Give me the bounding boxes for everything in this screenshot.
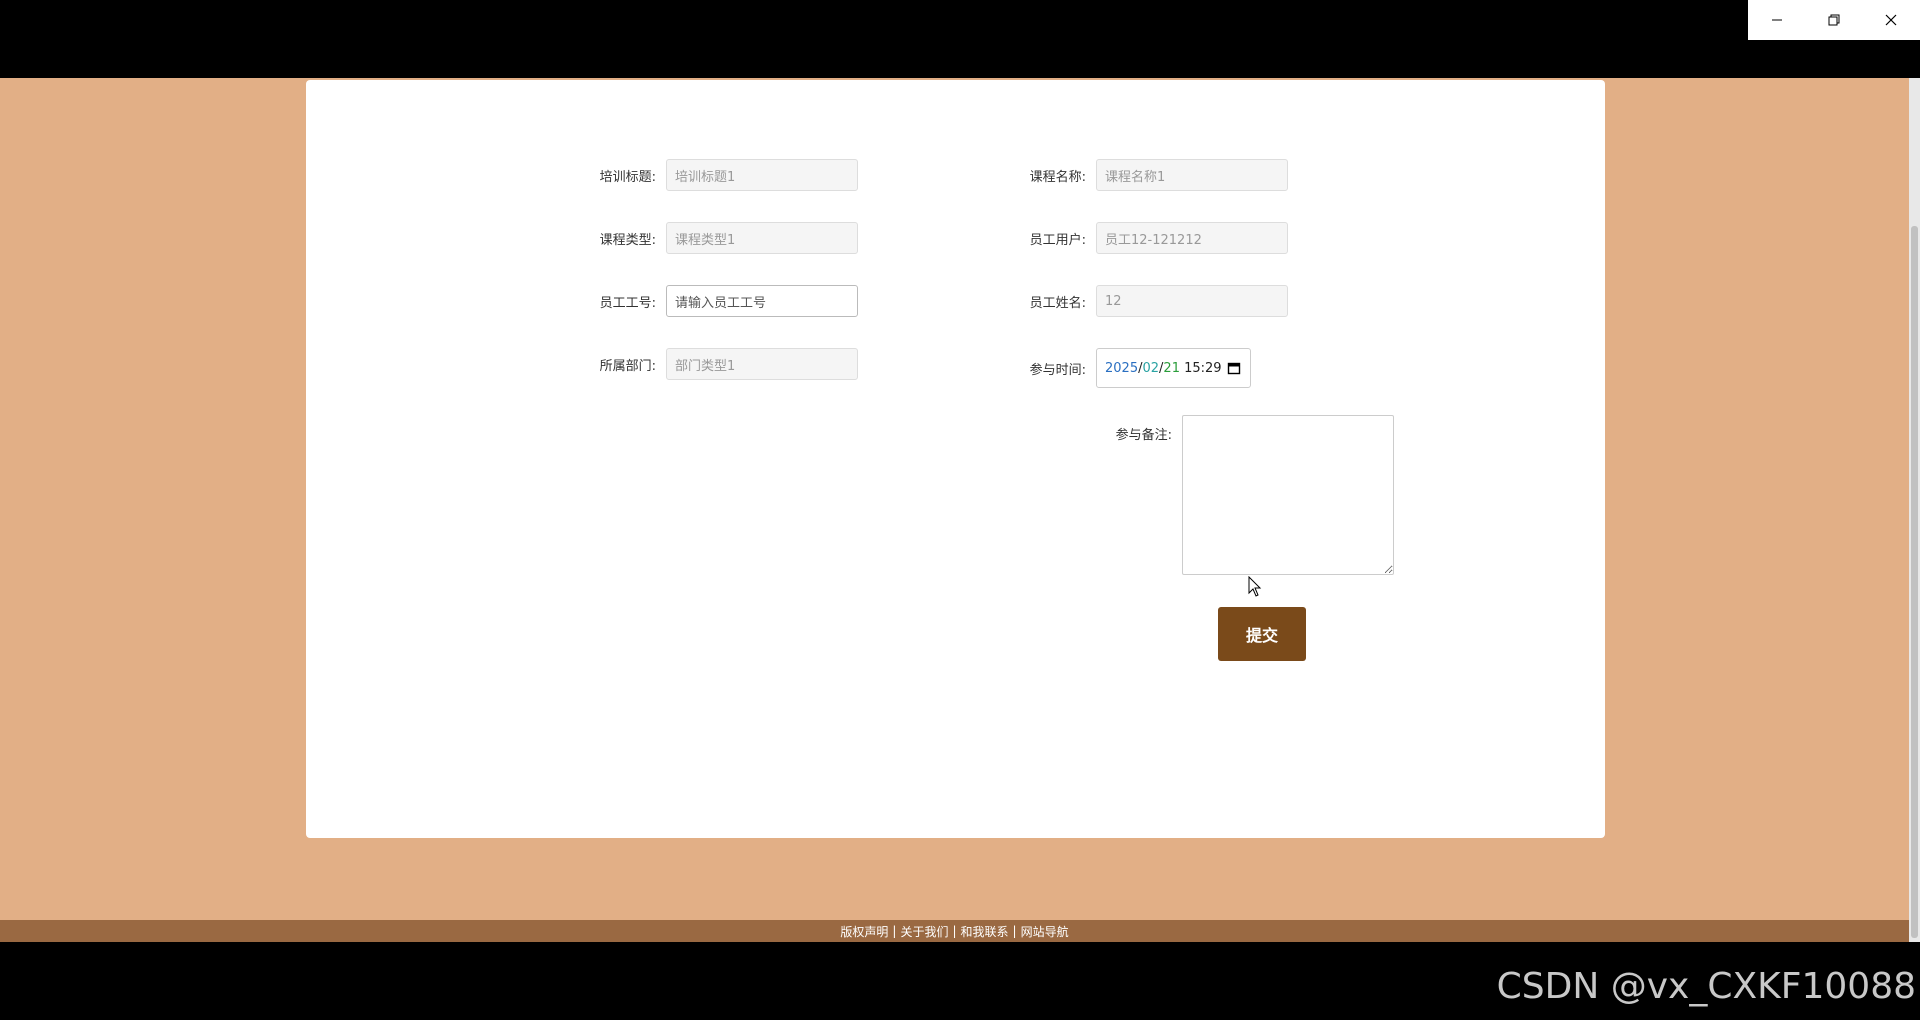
restore-button[interactable]	[1805, 0, 1862, 40]
field-employee-user: 员工用户: 员工12-121212	[1020, 222, 1288, 254]
calendar-icon[interactable]	[1226, 360, 1242, 376]
minimize-icon	[1771, 14, 1783, 26]
footer-separator: |	[892, 924, 897, 938]
employee-id-label: 员工工号:	[599, 295, 656, 311]
employee-name-input[interactable]: 12	[1096, 285, 1288, 317]
notes-textarea[interactable]	[1182, 415, 1394, 575]
footer-link-sitemap[interactable]: 网站导航	[1021, 923, 1069, 940]
employee-user-label: 员工用户:	[1029, 232, 1086, 248]
employee-name-label: 员工姓名:	[1029, 295, 1086, 311]
title-bar	[0, 0, 1920, 78]
employee-user-input[interactable]: 员工12-121212	[1096, 222, 1288, 254]
submit-button[interactable]: 提交	[1218, 607, 1306, 661]
vertical-scrollbar[interactable]	[1909, 78, 1920, 942]
footer-link-about[interactable]: 关于我们	[900, 923, 948, 940]
form-card: 培训标题: 培训标题1 课程名称: 课程名称1 课程类型: 课程类型1 员工用户…	[306, 80, 1605, 838]
join-time-input[interactable]: 2025/02/21 15:29	[1096, 348, 1251, 388]
field-training-title: 培训标题: 培训标题1	[590, 159, 858, 191]
footer-link-contact[interactable]: 和我联系	[961, 923, 1009, 940]
watermark: CSDN @vx_CXKF10088	[1496, 966, 1916, 1007]
course-name-input[interactable]: 课程名称1	[1096, 159, 1288, 191]
close-icon	[1885, 14, 1897, 26]
field-join-time: 参与时间: 2025/02/21 15:29	[1020, 348, 1251, 388]
field-department: 所属部门: 部门类型1	[590, 348, 858, 380]
footer-separator: |	[952, 924, 957, 938]
field-course-name: 课程名称: 课程名称1	[1020, 159, 1288, 191]
restore-icon	[1828, 14, 1840, 26]
footer-link-copyright[interactable]: 版权声明	[840, 923, 888, 940]
training-title-input[interactable]: 培训标题1	[666, 159, 858, 191]
employee-id-input[interactable]: 请输入员工工号	[666, 285, 858, 317]
course-type-label: 课程类型:	[599, 232, 656, 248]
department-input[interactable]: 部门类型1	[666, 348, 858, 380]
join-time-label: 参与时间:	[1029, 362, 1086, 378]
minimize-button[interactable]	[1748, 0, 1805, 40]
window-controls	[1748, 0, 1920, 40]
notes-label: 参与备注:	[1115, 428, 1172, 443]
footer-separator: |	[1012, 924, 1017, 938]
scrollbar-thumb[interactable]	[1911, 226, 1918, 938]
course-type-input[interactable]: 课程类型1	[666, 222, 858, 254]
field-employee-id: 员工工号: 请输入员工工号	[590, 285, 858, 317]
field-course-type: 课程类型: 课程类型1	[590, 222, 858, 254]
footer: 版权声明 | 关于我们 | 和我联系 | 网站导航	[0, 920, 1909, 942]
field-employee-name: 员工姓名: 12	[1020, 285, 1288, 317]
course-name-label: 课程名称:	[1029, 169, 1086, 185]
mouse-cursor-icon	[1248, 575, 1262, 602]
close-button[interactable]	[1862, 0, 1919, 40]
department-label: 所属部门:	[599, 358, 656, 374]
training-title-label: 培训标题:	[599, 169, 656, 185]
page-viewport: 培训标题: 培训标题1 课程名称: 课程名称1 课程类型: 课程类型1 员工用户…	[0, 78, 1909, 942]
join-time-value: 2025/02/21 15:29	[1105, 360, 1222, 376]
